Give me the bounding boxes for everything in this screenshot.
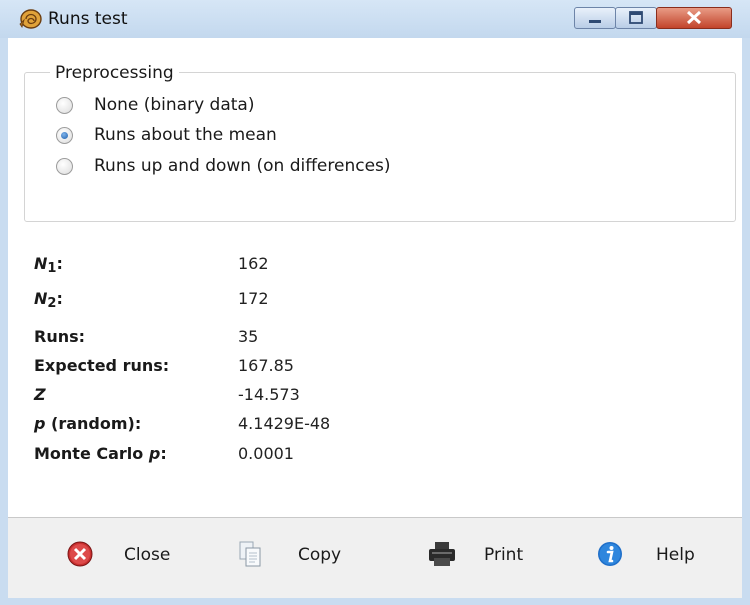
info-icon xyxy=(598,542,622,566)
n1-label: N1: xyxy=(34,254,63,276)
runs-value: 35 xyxy=(238,327,259,346)
radio-label: Runs up and down (on differences) xyxy=(94,156,391,176)
help-button[interactable]: Help xyxy=(596,536,716,576)
runs-test-window: Runs test Preprocessing None (binary dat… xyxy=(0,0,750,605)
radio-label: None (binary data) xyxy=(94,95,255,115)
close-circle-icon xyxy=(67,541,93,567)
copy-icon xyxy=(239,541,261,567)
dialog-body: Preprocessing None (binary data) Runs ab… xyxy=(8,38,742,598)
close-button[interactable]: Close xyxy=(66,536,186,576)
radio-label: Runs about the mean xyxy=(94,125,277,145)
button-bar: Close Copy Print Help xyxy=(8,518,742,598)
help-label: Help xyxy=(656,545,695,565)
close-label: Close xyxy=(124,545,171,565)
close-icon xyxy=(686,10,702,25)
expected-runs-label: Expected runs: xyxy=(34,356,170,375)
preprocessing-legend: Preprocessing xyxy=(50,63,179,83)
close-window-button[interactable] xyxy=(656,7,732,29)
z-value: -14.573 xyxy=(238,385,300,404)
copy-label: Copy xyxy=(298,545,342,565)
expected-runs-value: 167.85 xyxy=(238,356,294,375)
radio-button[interactable] xyxy=(56,158,73,175)
n1-value: 162 xyxy=(238,254,269,273)
title-bar[interactable]: Runs test xyxy=(0,0,750,38)
maximize-icon xyxy=(629,11,643,24)
print-label: Print xyxy=(484,545,524,565)
ammonite-icon xyxy=(19,9,42,29)
p-random-label: p (random): xyxy=(34,414,142,433)
minimize-icon xyxy=(589,20,601,23)
radio-button[interactable] xyxy=(56,97,73,114)
p-random-value: 4.1429E-48 xyxy=(238,414,331,433)
copy-button[interactable]: Copy xyxy=(236,536,356,576)
n2-value: 172 xyxy=(238,289,269,308)
window-title: Runs test xyxy=(48,9,128,29)
z-label: Z xyxy=(34,385,46,404)
print-button[interactable]: Print xyxy=(426,536,546,576)
radio-button-selected[interactable] xyxy=(56,127,73,144)
minimize-button[interactable] xyxy=(574,7,616,29)
monte-carlo-p-value: 0.0001 xyxy=(238,444,294,463)
runs-label: Runs: xyxy=(34,327,86,346)
printer-icon xyxy=(429,542,455,566)
monte-carlo-p-label: Monte Carlo p: xyxy=(34,444,167,463)
n2-label: N2: xyxy=(34,289,63,311)
maximize-button[interactable] xyxy=(615,7,657,29)
